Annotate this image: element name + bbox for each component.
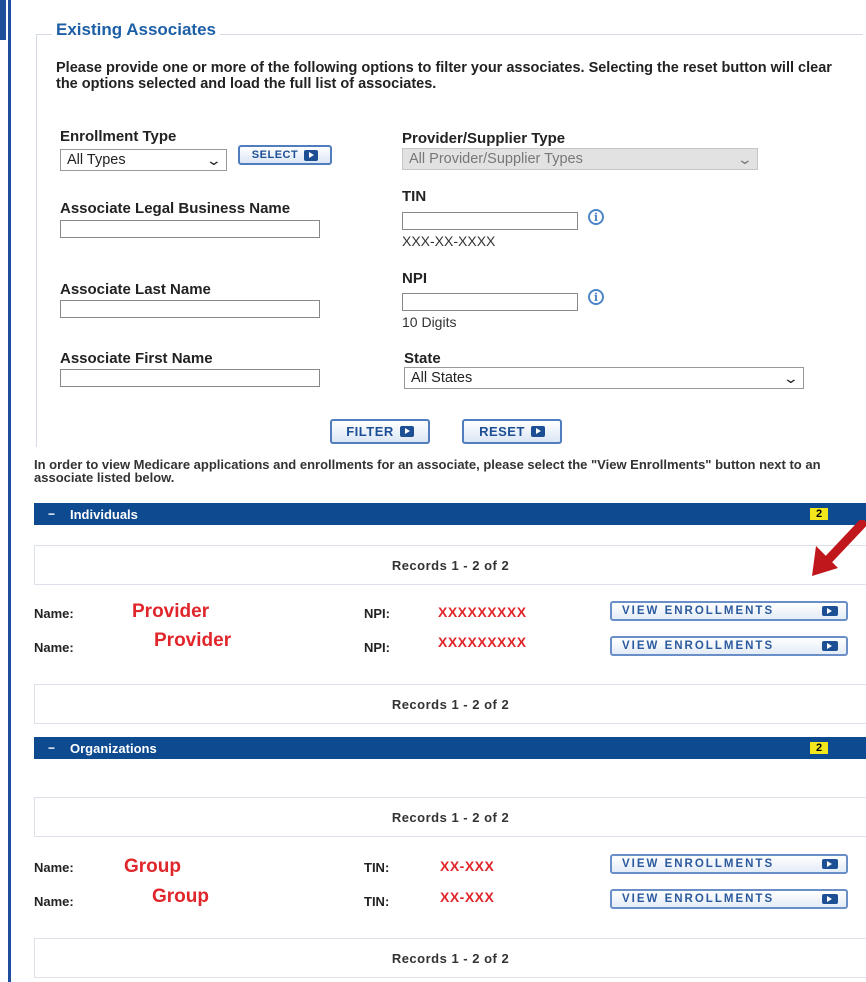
individuals-header[interactable]: − Individuals 2 [34, 503, 866, 525]
associate-name: Provider [154, 630, 232, 651]
reset-button[interactable]: RESET [462, 419, 562, 444]
name-label: Name: [34, 640, 74, 655]
tin-input[interactable] [402, 212, 578, 230]
reset-button-label: RESET [479, 424, 525, 439]
tin-value: XX-XXX [440, 858, 495, 874]
provider-supplier-type-value: All Provider/Supplier Types [409, 151, 583, 167]
tin-value: XX-XXX [440, 889, 495, 905]
arrow-right-icon [399, 426, 414, 437]
records-summary: Records 1 - 2 of 2 [34, 684, 866, 724]
first-name-label: Associate First Name [60, 350, 213, 367]
first-name-input[interactable] [60, 369, 320, 387]
tin-label: TIN: [364, 894, 390, 909]
collapse-icon[interactable]: − [48, 741, 58, 755]
view-enrollments-button[interactable]: VIEW ENROLLMENTS [610, 854, 848, 874]
info-icon[interactable]: i [588, 209, 604, 225]
npi-format-hint: 10 Digits [402, 314, 457, 330]
npi-input[interactable] [402, 293, 578, 311]
chevron-down-icon: ⌄ [736, 150, 754, 167]
associate-name: Group [152, 886, 209, 907]
npi-value: XXXXXXXXX [438, 604, 527, 620]
arrow-right-icon [304, 149, 319, 161]
arrow-right-icon [822, 606, 838, 616]
annotation-arrow-icon [812, 520, 866, 576]
provider-supplier-type-select[interactable]: All Provider/Supplier Types ⌄ [402, 148, 758, 170]
name-label: Name: [34, 860, 74, 875]
state-value: All States [411, 370, 473, 386]
collapse-icon[interactable]: − [48, 507, 58, 521]
individuals-header-label: Individuals [70, 506, 138, 522]
associate-name: Group [124, 856, 181, 877]
tin-format-hint: XXX-XX-XXXX [402, 233, 496, 249]
name-label: Name: [34, 894, 74, 909]
view-enrollments-note: In order to view Medicare applications a… [34, 457, 821, 485]
arrow-right-icon [822, 894, 838, 904]
arrow-right-icon [822, 859, 838, 869]
provider-supplier-type-label: Provider/Supplier Type [402, 130, 566, 147]
arrow-right-icon [530, 426, 545, 437]
view-enrollments-button[interactable]: VIEW ENROLLMENTS [610, 601, 848, 621]
records-summary: Records 1 - 2 of 2 [34, 938, 866, 978]
npi-label: NPI: [364, 640, 390, 655]
records-summary: Records 1 - 2 of 2 [34, 797, 866, 837]
tin-label: TIN [402, 188, 427, 205]
view-enrollments-label: VIEW ENROLLMENTS [622, 893, 775, 905]
view-enrollments-label: VIEW ENROLLMENTS [622, 605, 775, 617]
npi-label: NPI: [364, 606, 390, 621]
view-enrollments-label: VIEW ENROLLMENTS [622, 858, 775, 870]
view-enrollments-button[interactable]: VIEW ENROLLMENTS [610, 889, 848, 909]
section-title: Existing Associates [52, 20, 220, 40]
last-name-input[interactable] [60, 300, 320, 318]
count-badge: 2 [810, 508, 828, 520]
chevron-down-icon: ⌄ [782, 369, 800, 386]
tin-label: TIN: [364, 860, 390, 875]
state-label: State [404, 350, 441, 367]
intro-text: Please provide one or more of the follow… [56, 60, 832, 92]
legal-business-name-label: Associate Legal Business Name [60, 200, 291, 217]
select-button[interactable]: SELECT [238, 145, 332, 165]
view-enrollments-button[interactable]: VIEW ENROLLMENTS [610, 636, 848, 656]
filter-button-label: FILTER [346, 424, 394, 439]
count-badge: 2 [810, 742, 828, 754]
select-button-label: SELECT [251, 149, 299, 161]
arrow-right-icon [822, 641, 838, 651]
enrollment-type-value: All Types [67, 152, 126, 168]
name-label: Name: [34, 606, 74, 621]
view-enrollments-label: VIEW ENROLLMENTS [622, 640, 775, 652]
npi-value: XXXXXXXXX [438, 634, 527, 650]
filter-button[interactable]: FILTER [330, 419, 430, 444]
chevron-down-icon: ⌄ [205, 151, 223, 168]
state-select[interactable]: All States ⌄ [404, 367, 804, 389]
organizations-header[interactable]: − Organizations 2 [34, 737, 866, 759]
enrollment-type-label: Enrollment Type [60, 128, 177, 145]
enrollment-type-select[interactable]: All Types ⌄ [60, 149, 227, 171]
legal-business-name-input[interactable] [60, 220, 320, 238]
organizations-header-label: Organizations [70, 740, 157, 756]
last-name-label: Associate Last Name [60, 281, 211, 298]
info-icon[interactable]: i [588, 289, 604, 305]
page-edge-accent [0, 0, 6, 40]
page-left-border [8, 0, 11, 982]
npi-label: NPI [402, 270, 428, 287]
associate-name: Provider [132, 601, 210, 622]
records-summary: Records 1 - 2 of 2 [34, 545, 866, 585]
